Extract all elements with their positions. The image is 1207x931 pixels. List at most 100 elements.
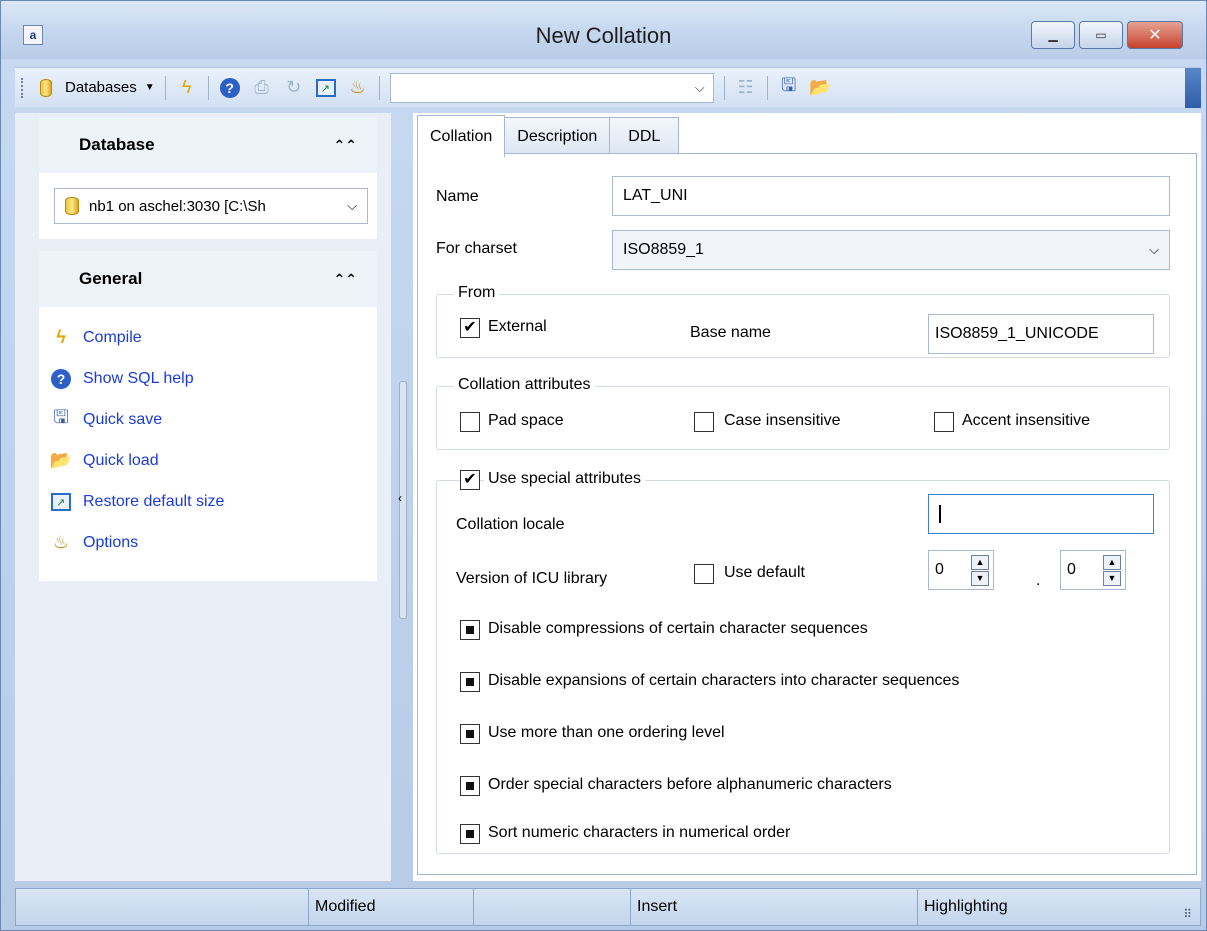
quick-load-label: Quick load [83,451,159,469]
toolbar-grip[interactable] [21,77,25,98]
restore-default-size-label: Restore default size [83,492,225,510]
collapse-left-icon[interactable]: ‹ [398,491,402,505]
quick-load-link[interactable]: 📂 Quick load [39,440,377,481]
status-cell-blank [15,888,309,926]
print-icon[interactable]: ⎙ [251,77,273,99]
toolbar-overflow-button[interactable] [1185,68,1201,108]
special-characters-first-checkbox[interactable] [460,776,480,796]
use-default-label: Use default [724,564,805,581]
icu-major-spinner[interactable]: 0 ▲ ▼ [928,550,994,590]
databases-dropdown[interactable]: Databases ▼ [35,77,155,99]
charset-select[interactable]: ISO8859_1 ⌵ [612,230,1170,270]
use-default-checkbox[interactable] [694,564,714,584]
maximize-button[interactable]: ▭ [1079,21,1123,49]
charset-label: For charset [436,240,517,257]
toolbar: Databases ▼ ϟ ? ⎙ ↻ ↗ ♨ ⌵ ☷ 🖫 📂 [15,67,1201,108]
base-name-input[interactable]: ISO8859_1_UNICODE [928,314,1154,354]
quick-load-icon[interactable]: 📂 [809,77,831,99]
quick-save-icon[interactable]: 🖫 [778,75,800,99]
tree-icon[interactable]: ☷ [735,77,757,99]
disable-expansions-label: Disable expansions of certain characters… [488,672,960,689]
spin-up-icon[interactable]: ▲ [1103,555,1121,570]
options-link[interactable]: ♨ Options [39,522,377,563]
database-icon [35,77,57,99]
general-section-title: General [79,269,143,288]
from-group-title: From [454,284,500,302]
special-characters-first-label: Order special characters before alphanum… [488,776,892,793]
window-controls: ▁ ▭ ✕ [1031,21,1183,49]
help-icon[interactable]: ? [219,77,241,99]
databases-label: Databases [65,79,137,96]
status-cell-blank [473,888,631,926]
compile-icon[interactable]: ϟ [176,77,198,99]
show-sql-help-link[interactable]: ? Show SQL help [39,358,377,399]
tab-ddl[interactable]: DDL [609,117,680,155]
status-bar: Modified Insert Highlighting ⠿ [15,888,1201,926]
quick-save-link[interactable]: 🖫 Quick save [39,399,377,440]
tab-collation[interactable]: Collation [417,115,506,157]
left-panel: Database ⌃⌃ nb1 on aschel:3030 [C:\Sh ⌵ … [15,113,391,881]
refresh-icon[interactable]: ↻ [283,77,305,99]
disable-compressions-label: Disable compressions of certain characte… [488,620,868,637]
tab-description[interactable]: Description [504,117,611,155]
database-select-value: nb1 on aschel:3030 [C:\Sh [89,197,266,215]
toolbar-separator [164,75,166,100]
text-cursor [939,505,941,523]
quick-save-label: Quick save [83,410,163,428]
toolbar-combo[interactable]: ⌵ [389,72,714,103]
compile-link[interactable]: ϟ Compile [39,317,377,358]
chevron-down-icon: ⌵ [1149,242,1159,257]
database-select[interactable]: nb1 on aschel:3030 [C:\Sh ⌵ [54,188,368,224]
multiple-ordering-levels-checkbox[interactable] [460,724,480,744]
database-section-header[interactable]: Database ⌃⌃ [39,117,377,173]
resize-grip-icon[interactable]: ⠿ [1183,907,1192,921]
numeric-sort-checkbox[interactable] [460,824,480,844]
toolbar-separator [207,75,209,100]
minimize-button[interactable]: ▁ [1031,21,1075,49]
spin-down-icon[interactable]: ▼ [971,571,989,586]
window-title: New Collation [535,23,672,48]
icu-minor-value: 0 [1067,561,1076,578]
name-input[interactable]: LAT_UNI [612,176,1170,216]
status-modified: Modified [308,888,474,926]
base-name-value: ISO8859_1_UNICODE [935,325,1099,342]
external-checkbox[interactable]: ✔ [460,318,480,338]
collapse-icon[interactable]: ⌃⌃ [334,271,357,288]
status-highlighting: Highlighting ⠿ [917,888,1201,926]
close-button[interactable]: ✕ [1127,21,1183,49]
options-icon[interactable]: ♨ [347,77,369,99]
disable-expansions-checkbox[interactable] [460,672,480,692]
version-separator: . [1036,572,1041,589]
spin-up-icon[interactable]: ▲ [971,555,989,570]
collation-locale-label: Collation locale [456,516,565,533]
pad-space-checkbox[interactable] [460,412,480,432]
dropdown-arrow-icon: ▼ [144,82,155,93]
show-sql-help-label: Show SQL help [83,369,194,387]
collapse-icon[interactable]: ⌃⌃ [334,137,357,154]
tab-ddl-label: DDL [628,127,661,145]
case-insensitive-checkbox[interactable] [694,412,714,432]
collation-attributes-title: Collation attributes [454,376,595,394]
toolbar-separator [378,75,380,100]
case-insensitive-label: Case insensitive [724,412,841,429]
icu-version-label: Version of ICU library [456,570,608,587]
restore-default-size-link[interactable]: ↗ Restore default size [39,481,377,522]
accent-insensitive-checkbox[interactable] [934,412,954,432]
charset-select-value: ISO8859_1 [623,241,704,258]
disable-compressions-checkbox[interactable] [460,620,480,640]
quick-load-icon: 📂 [49,450,73,470]
tab-description-label: Description [517,127,598,145]
toolbar-separator [766,75,768,100]
database-section-body: nb1 on aschel:3030 [C:\Sh ⌵ [39,173,377,239]
general-section-header[interactable]: General ⌃⌃ [39,251,377,307]
collation-tab-content: Name LAT_UNI For charset ISO8859_1 ⌵ Fro… [417,153,1197,875]
status-insert: Insert [630,888,918,926]
restore-size-icon[interactable]: ↗ [315,77,337,99]
spin-down-icon[interactable]: ▼ [1103,571,1121,586]
collation-locale-input[interactable] [928,494,1154,534]
pad-space-label: Pad space [488,412,564,429]
icu-minor-spinner[interactable]: 0 ▲ ▼ [1060,550,1126,590]
icu-major-value: 0 [935,561,944,578]
external-label: External [488,318,547,335]
use-special-attributes-checkbox[interactable]: ✔ [460,470,480,490]
